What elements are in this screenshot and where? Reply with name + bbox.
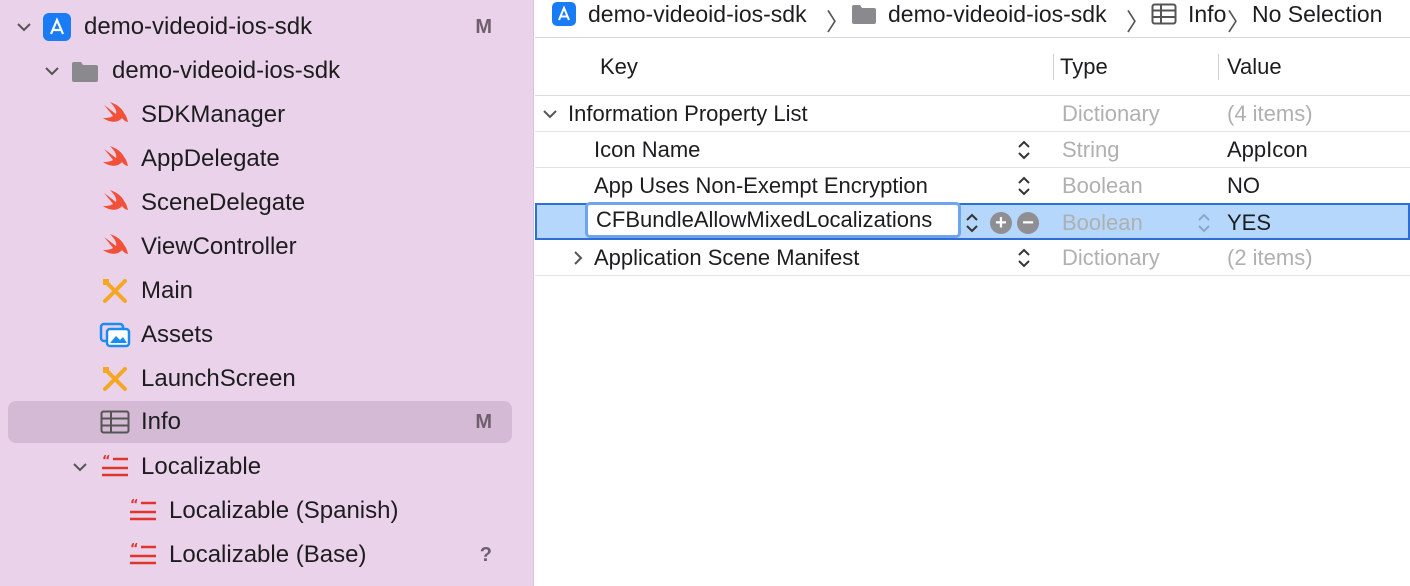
- key-stepper-icon[interactable]: [1016, 246, 1032, 270]
- jumpbar-item-group[interactable]: demo-videoid-ios-sdk: [851, 0, 1107, 28]
- swift-file-icon: [98, 100, 132, 130]
- key-stepper-icon[interactable]: [1016, 174, 1032, 198]
- column-divider[interactable]: [1218, 54, 1219, 80]
- strings-file-icon: “: [98, 452, 132, 482]
- nav-item-file[interactable]: ViewController: [8, 227, 512, 267]
- jumpbar-label: No Selection: [1252, 0, 1383, 27]
- plist-row[interactable]: Information Property List Dictionary (4 …: [535, 96, 1410, 132]
- plist-key: Icon Name: [594, 137, 701, 162]
- plist-key: Application Scene Manifest: [594, 245, 860, 270]
- jumpbar-label: Info: [1188, 0, 1227, 27]
- plist-value[interactable]: NO: [1227, 173, 1260, 199]
- plist-type: Dictionary: [1062, 245, 1160, 270]
- folder-icon: [851, 3, 877, 25]
- jumpbar-label: demo-videoid-ios-sdk: [888, 0, 1107, 27]
- column-divider[interactable]: [1053, 54, 1054, 80]
- swift-file-icon: [98, 188, 132, 218]
- plist-value[interactable]: YES: [1227, 210, 1271, 236]
- key-stepper-icon[interactable]: [964, 211, 980, 235]
- plist-key: App Uses Non-Exempt Encryption: [594, 173, 928, 198]
- jumpbar-label: demo-videoid-ios-sdk: [588, 0, 807, 27]
- chevron-right-icon: 〉: [826, 9, 850, 36]
- add-row-icon[interactable]: +: [990, 212, 1012, 234]
- swift-file-icon: [98, 232, 132, 262]
- strings-file-icon: “: [126, 540, 160, 570]
- strings-file-icon: “: [126, 496, 160, 526]
- nav-item-file[interactable]: AppDelegate: [8, 139, 512, 179]
- jumpbar-item-file[interactable]: Info: [1151, 0, 1226, 28]
- plist-type[interactable]: Boolean: [1062, 210, 1143, 236]
- plist-column-header: Key Type Value: [535, 38, 1410, 96]
- jump-bar: demo-videoid-ios-sdk 〉 demo-videoid-ios-…: [535, 0, 1410, 38]
- nav-item-file[interactable]: “ Localizable (Base) ?: [8, 535, 512, 575]
- nav-item-file[interactable]: Main: [8, 271, 512, 311]
- chevron-down-icon[interactable]: [14, 17, 34, 37]
- plist-type: String: [1062, 137, 1120, 162]
- plist-value: (2 items): [1227, 245, 1313, 270]
- storyboard-icon: [98, 364, 132, 394]
- plist-table-icon: [1151, 3, 1177, 25]
- nav-item-info-selected[interactable]: Info M: [8, 401, 512, 443]
- app-project-icon: [40, 12, 74, 42]
- plist-row-selected[interactable]: CFBundleAllowMixedLocalizations + − Bool…: [535, 202, 1410, 240]
- swift-file-icon: [98, 144, 132, 174]
- folder-icon: [68, 56, 102, 86]
- remove-row-icon[interactable]: −: [1017, 212, 1039, 234]
- nav-item-label: Localizable (Spanish): [169, 497, 399, 524]
- nav-item-file[interactable]: Assets: [8, 315, 512, 355]
- nav-item-label: SceneDelegate: [141, 189, 306, 216]
- column-header-type[interactable]: Type: [1060, 54, 1108, 80]
- type-popup-icon[interactable]: [1196, 211, 1212, 235]
- nav-item-file[interactable]: “ Localizable (Spanish): [8, 491, 512, 531]
- nav-item-label: Main: [141, 277, 194, 304]
- nav-item-label: Assets: [141, 321, 214, 348]
- plist-row[interactable]: Icon Name String AppIcon: [535, 132, 1410, 168]
- nav-item-file[interactable]: SceneDelegate: [8, 183, 512, 223]
- chevron-down-icon[interactable]: [70, 457, 90, 477]
- plist-table-icon: [98, 407, 132, 437]
- column-header-value[interactable]: Value: [1227, 54, 1282, 80]
- nav-item-label: Localizable (Base): [169, 541, 367, 568]
- app-project-icon: [551, 1, 577, 27]
- nav-item-label: Localizable: [141, 453, 262, 480]
- nav-item-label: demo-videoid-ios-sdk: [112, 57, 341, 84]
- nav-item-project[interactable]: demo-videoid-ios-sdk M: [8, 7, 512, 47]
- plist-value[interactable]: AppIcon: [1227, 137, 1308, 163]
- plist-editor: demo-videoid-ios-sdk 〉 demo-videoid-ios-…: [535, 0, 1410, 586]
- scm-status-badge: M: [475, 15, 492, 38]
- chevron-right-icon: 〉: [1126, 9, 1150, 36]
- storyboard-icon: [98, 276, 132, 306]
- key-stepper-icon[interactable]: [1016, 138, 1032, 162]
- chevron-right-icon[interactable]: [568, 248, 588, 268]
- plist-type: Dictionary: [1062, 101, 1160, 126]
- chevron-right-icon: 〉: [1227, 9, 1251, 36]
- nav-item-label: demo-videoid-ios-sdk: [84, 13, 313, 40]
- nav-item-group[interactable]: demo-videoid-ios-sdk: [8, 51, 512, 91]
- plist-key: Information Property List: [568, 101, 808, 126]
- plist-row[interactable]: Application Scene Manifest Dictionary (2…: [535, 240, 1410, 276]
- scm-status-badge: M: [475, 410, 492, 433]
- nav-item-label: AppDelegate: [141, 145, 280, 172]
- nav-item-file[interactable]: SDKManager: [8, 95, 512, 135]
- chevron-down-icon[interactable]: [42, 61, 62, 81]
- nav-item-label: LaunchScreen: [141, 365, 296, 392]
- column-header-key[interactable]: Key: [600, 54, 638, 80]
- key-edit-field[interactable]: CFBundleAllowMixedLocalizations: [585, 202, 961, 238]
- nav-item-file[interactable]: LaunchScreen: [8, 359, 512, 399]
- nav-item-label: ViewController: [141, 233, 297, 260]
- project-navigator: demo-videoid-ios-sdk M demo-videoid-ios-…: [0, 0, 534, 586]
- nav-item-group[interactable]: “ Localizable: [8, 447, 512, 487]
- plist-value: (4 items): [1227, 101, 1313, 126]
- asset-catalog-icon: [98, 320, 132, 350]
- chevron-down-icon[interactable]: [540, 104, 560, 124]
- nav-item-label: Info: [141, 408, 182, 435]
- nav-item-label: SDKManager: [141, 101, 286, 128]
- plist-type: Boolean: [1062, 173, 1143, 198]
- jumpbar-item-selection[interactable]: No Selection: [1252, 0, 1382, 28]
- scm-status-badge: ?: [479, 543, 492, 566]
- jumpbar-item-project[interactable]: demo-videoid-ios-sdk: [551, 0, 807, 28]
- plist-row[interactable]: App Uses Non-Exempt Encryption Boolean N…: [535, 168, 1410, 204]
